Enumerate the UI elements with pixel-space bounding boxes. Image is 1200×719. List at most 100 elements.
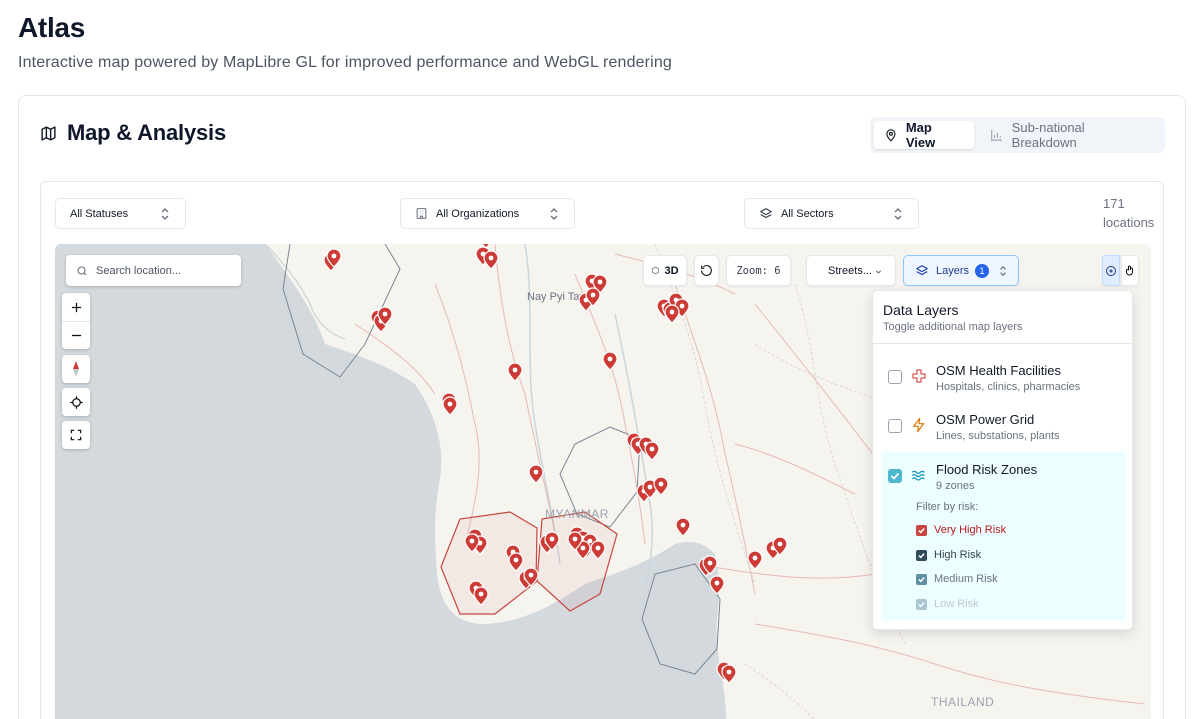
minus-icon	[71, 334, 81, 337]
location-marker[interactable]	[528, 464, 544, 484]
panel-header: Data Layers Toggle additional map layers	[873, 291, 1132, 344]
risk-medium[interactable]: Medium Risk	[916, 573, 998, 585]
toggle-3d-label: 3D	[664, 264, 679, 277]
layer-flood-name: Flood Risk Zones	[936, 462, 1038, 477]
check-icon	[918, 576, 925, 582]
data-layers-panel: Data Layers Toggle additional map layers…	[872, 290, 1133, 630]
check-icon	[890, 472, 900, 480]
risk-filter-label: Filter by risk:	[916, 501, 979, 513]
layers-stack-icon	[760, 207, 772, 218]
hand-pointer-icon	[1126, 265, 1133, 276]
risk-high-label: High Risk	[934, 549, 982, 561]
flood-risk-section: Flood Risk Zones 9 zones Filter by risk:…	[881, 451, 1126, 621]
layers-icon	[916, 264, 928, 275]
pan-tool-button[interactable]	[1121, 255, 1139, 286]
page-title: Atlas	[18, 12, 85, 43]
target-icon	[1106, 265, 1116, 276]
card-header: Map & Analysis	[40, 120, 226, 146]
layers-button[interactable]: Layers 1	[903, 255, 1019, 286]
map-section: All Statuses All Organizations All Secto…	[40, 181, 1164, 719]
location-marker[interactable]	[602, 351, 618, 371]
risk-high[interactable]: High Risk	[916, 549, 981, 561]
location-count: 171 locations	[1103, 196, 1155, 230]
card-title: Map & Analysis	[67, 120, 226, 145]
status-filter[interactable]: All Statuses	[55, 198, 186, 229]
chevron-updown-icon	[550, 208, 558, 220]
layer-osm-health[interactable]: OSM Health Facilities Hospitals, clinics…	[881, 352, 1126, 397]
layer-osm-power-grid[interactable]: OSM Power Grid Lines, substations, plant…	[881, 401, 1126, 446]
layers-count-badge: 1	[975, 263, 990, 278]
layers-label: Layers	[936, 264, 970, 277]
check-icon	[918, 552, 925, 558]
risk-very-high-checkbox[interactable]	[916, 524, 927, 536]
tab-subnational-breakdown[interactable]: Sub-national Breakdown	[980, 120, 1160, 150]
panel-title: Data Layers	[883, 302, 959, 318]
chevron-updown-icon	[161, 208, 169, 220]
compass-button[interactable]	[62, 355, 90, 383]
chevron-updown-icon	[894, 208, 902, 220]
basemap-select[interactable]: Streets...	[806, 255, 896, 286]
page-subtitle: Interactive map powered by MapLibre GL f…	[18, 54, 672, 71]
lightning-icon	[913, 417, 925, 433]
health-cross-icon	[912, 369, 926, 383]
cube-icon	[652, 266, 660, 275]
zoom-controls	[62, 293, 90, 349]
building-icon	[416, 208, 427, 219]
layer-power-name: OSM Power Grid	[936, 412, 1035, 427]
layer-health-checkbox[interactable]	[888, 370, 902, 384]
basemap-value: Streets...	[828, 264, 873, 277]
fullscreen-button[interactable]	[62, 421, 90, 449]
risk-very-high-label: Very High Risk	[934, 524, 1007, 536]
search-icon	[77, 265, 87, 275]
label-thailand: THAILAND	[931, 695, 994, 709]
location-marker[interactable]	[442, 396, 458, 416]
fullscreen-icon	[70, 429, 82, 441]
risk-low[interactable]: Low Risk	[916, 598, 979, 610]
map-canvas[interactable]: Nay Pyi Taw MYANMAR THAILAND Search loca…	[55, 244, 1151, 719]
view-toggle: Map View Sub-national Breakdown	[870, 117, 1165, 153]
map-pin-icon	[886, 129, 896, 142]
layer-power-checkbox[interactable]	[888, 419, 902, 433]
sector-filter-value: All Sectors	[781, 207, 834, 220]
label-myanmar: MYANMAR	[545, 507, 609, 521]
location-marker[interactable]	[644, 441, 660, 461]
toggle-3d-button[interactable]: 3D	[643, 255, 687, 286]
geolocate-button[interactable]	[62, 388, 90, 416]
risk-medium-checkbox[interactable]	[916, 573, 927, 585]
panel-subtitle: Toggle additional map layers	[883, 321, 1023, 333]
chevron-down-icon	[875, 270, 882, 274]
risk-very-high[interactable]: Very High Risk	[916, 524, 1006, 536]
bar-chart-icon	[991, 129, 1002, 141]
layer-flood-checkbox[interactable]	[888, 469, 902, 483]
rotate-ccw-icon	[701, 265, 712, 276]
location-search-input[interactable]: Search location...	[66, 255, 241, 286]
tab-map-view-label: Map View	[905, 120, 936, 150]
check-icon	[918, 601, 925, 607]
status-filter-value: All Statuses	[70, 207, 129, 220]
chevron-updown-icon	[1000, 266, 1006, 276]
layer-flood-risk[interactable]: Flood Risk Zones 9 zones	[881, 451, 1126, 496]
layer-flood-desc: 9 zones	[936, 480, 975, 492]
reset-view-button[interactable]	[694, 255, 719, 286]
risk-high-checkbox[interactable]	[916, 549, 927, 561]
label-nay-pyi-taw: Nay Pyi Taw	[527, 291, 587, 303]
zoom-in-button[interactable]	[62, 293, 90, 321]
zoom-out-button[interactable]	[62, 321, 90, 349]
layer-health-desc: Hospitals, clinics, pharmacies	[936, 381, 1081, 393]
waves-icon	[911, 470, 925, 481]
location-marker[interactable]	[747, 550, 763, 570]
layer-health-name: OSM Health Facilities	[936, 363, 1061, 378]
location-marker[interactable]	[653, 476, 669, 496]
tab-map-view[interactable]: Map View	[874, 120, 974, 150]
risk-low-checkbox[interactable]	[916, 598, 927, 610]
map-analysis-card: Map & Analysis Map View Sub-national Bre…	[18, 95, 1186, 719]
sector-filter[interactable]: All Sectors	[744, 198, 919, 229]
zoom-level-readout: Zoom: 6	[726, 255, 791, 286]
location-marker[interactable]	[483, 250, 499, 270]
location-marker[interactable]	[675, 517, 691, 537]
check-icon	[918, 527, 925, 533]
location-marker[interactable]	[664, 304, 680, 324]
risk-low-label: Low Risk	[934, 598, 979, 610]
measure-button[interactable]	[1102, 255, 1120, 286]
organization-filter[interactable]: All Organizations	[400, 198, 575, 229]
